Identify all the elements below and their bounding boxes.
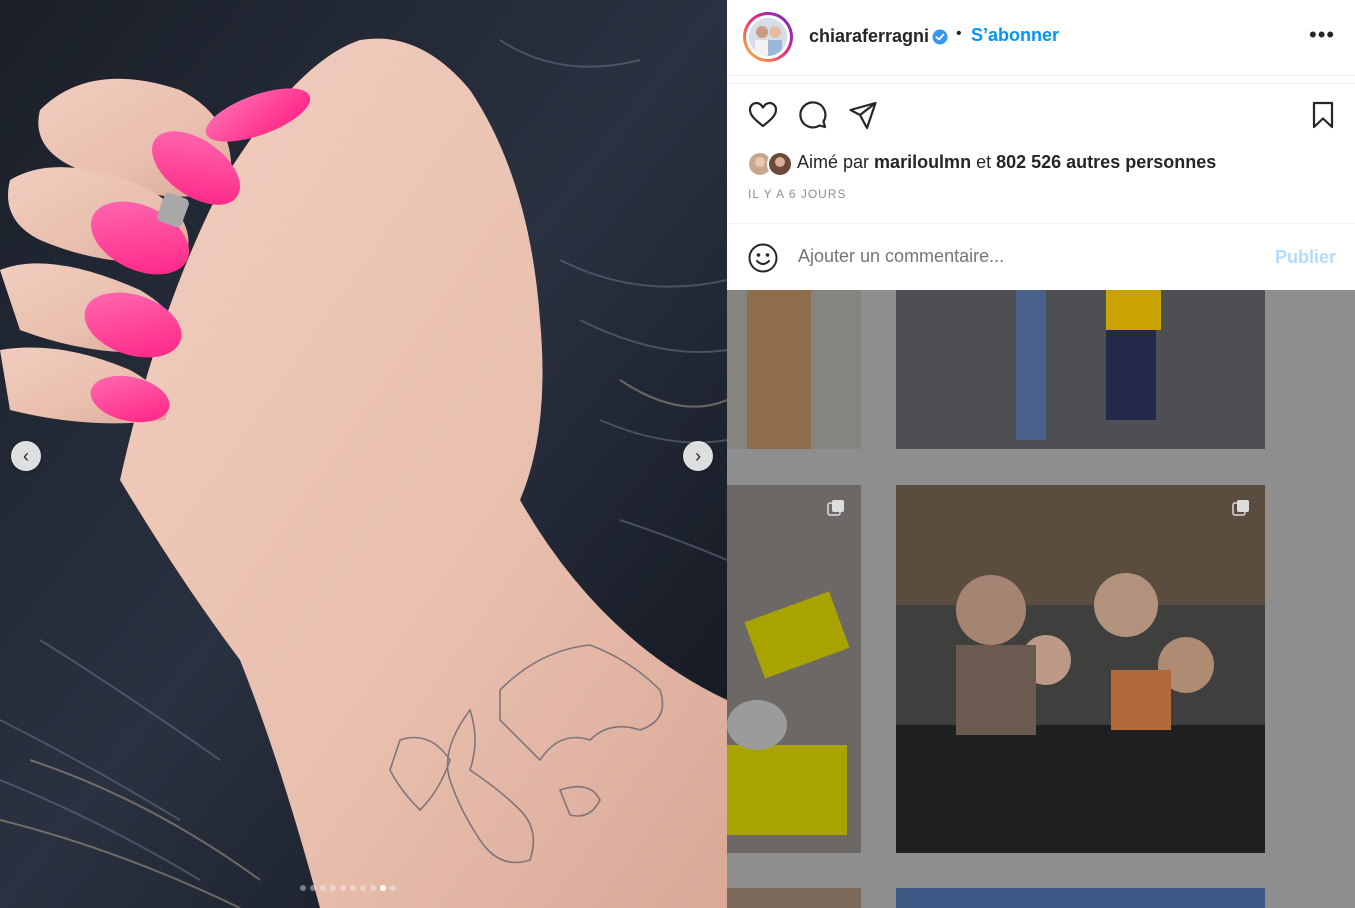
carousel-dot (320, 885, 326, 891)
liked-user-link[interactable]: mariloulmn (874, 152, 971, 172)
likes-row: Aimé par mariloulmn et 802 526 autres pe… (747, 151, 1347, 177)
comment-icon[interactable] (798, 100, 828, 130)
comment-bar: Publier (727, 223, 1355, 291)
grid-tile (896, 290, 1265, 449)
grid-tile (896, 485, 1265, 853)
multiple-photos-icon (1232, 500, 1249, 516)
likes-prefix: Aimé par (797, 152, 870, 172)
hand-tattoo-image (0, 0, 727, 908)
post-timestamp[interactable]: IL Y A 6 JOURS (748, 187, 847, 201)
carousel-dot (380, 885, 386, 891)
carousel-dots (300, 885, 396, 891)
carousel-dot (310, 885, 316, 891)
post-details-panel: chiaraferragni • S’abonner ••• Aimé par … (727, 0, 1355, 290)
multiple-photos-icon (827, 500, 844, 516)
carousel-dot (350, 885, 356, 891)
carousel-prev-button[interactable]: ‹ (11, 441, 41, 471)
post-actions (727, 83, 1355, 144)
username-link[interactable]: chiaraferragni (809, 26, 929, 47)
avatar[interactable] (743, 12, 793, 62)
carousel-dot (340, 885, 346, 891)
likes-connector: et (976, 152, 992, 172)
likes-text: Aimé par mariloulmn et 802 526 autres pe… (797, 152, 1216, 173)
carousel-dot (390, 885, 396, 891)
grid-tile (727, 888, 861, 908)
share-icon[interactable] (848, 100, 878, 130)
heart-icon[interactable] (748, 100, 778, 130)
carousel-dot (360, 885, 366, 891)
emoji-icon[interactable] (747, 242, 779, 274)
likes-count-link[interactable]: 802 526 autres personnes (996, 152, 1216, 172)
post-header: chiaraferragni • S’abonner ••• (727, 0, 1355, 76)
grid-tile (896, 888, 1265, 908)
carousel-next-button[interactable]: › (683, 441, 713, 471)
grid-tile (727, 290, 861, 449)
bookmark-icon[interactable] (1308, 100, 1338, 130)
follow-button[interactable]: S’abonner (971, 25, 1059, 46)
verified-badge-icon (932, 29, 948, 45)
post-photo: ‹ › (0, 0, 727, 908)
carousel-dot (330, 885, 336, 891)
carousel-dot (300, 885, 306, 891)
header-separator: • (956, 25, 962, 42)
liker-avatar[interactable] (767, 151, 793, 177)
publish-button[interactable]: Publier (1275, 247, 1336, 268)
carousel-dot (370, 885, 376, 891)
comment-input[interactable] (798, 246, 1238, 267)
grid-tile (727, 485, 861, 853)
more-options-button[interactable]: ••• (1309, 22, 1335, 48)
